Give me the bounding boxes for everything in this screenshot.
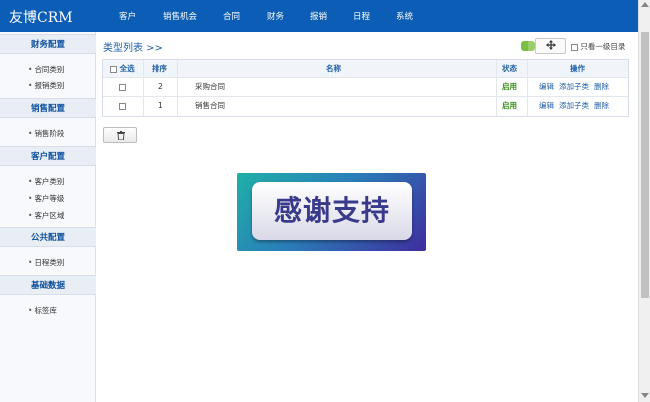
sidebar-section-finance[interactable]: 财务配置 — [0, 34, 96, 54]
sidebar-item-tag-library[interactable]: 标签库 — [28, 305, 57, 316]
top-navigation-bar: 友博CRM 客户 销售机会 合同 财务 报销 日程 系统 — [0, 0, 638, 32]
sidebar-section-basic-data[interactable]: 基础数据 — [0, 275, 96, 295]
sort-toggle-switch[interactable] — [521, 41, 535, 51]
only-root-label: 只看一级目录 — [580, 42, 626, 51]
scroll-down-arrow-icon[interactable] — [641, 393, 649, 398]
sidebar: 财务配置 合同类别 报销类别 销售配置 销售阶段 客户配置 客户类别 客户等级 … — [0, 32, 96, 402]
nav-schedule[interactable]: 日程 — [353, 10, 370, 22]
nav-contract[interactable]: 合同 — [223, 10, 240, 22]
nav-system[interactable]: 系统 — [396, 10, 413, 22]
sidebar-item-customer-region[interactable]: 客户区域 — [28, 210, 64, 221]
row-name: 采购合同 — [195, 82, 225, 91]
only-root-filter[interactable]: 只看一级目录 — [571, 41, 625, 52]
row-actions: 编辑 添加子类 删除 — [539, 97, 614, 116]
delete-link[interactable]: 删除 — [594, 82, 609, 91]
select-all-cell[interactable]: 全选 — [110, 60, 135, 77]
add-subtype-link[interactable]: 添加子类 — [559, 101, 589, 110]
nav-sales-opportunity[interactable]: 销售机会 — [163, 10, 197, 22]
header-status: 状态 — [502, 64, 517, 73]
sidebar-item-schedule-category[interactable]: 日程类别 — [28, 257, 64, 268]
move-arrows-icon — [545, 40, 556, 50]
sidebar-item-contract-category[interactable]: 合同类别 — [28, 64, 64, 75]
page-title: 类型列表 >> — [103, 43, 163, 54]
sidebar-item-sales-stage[interactable]: 销售阶段 — [28, 128, 64, 139]
delete-link[interactable]: 删除 — [594, 101, 609, 110]
row-name: 销售合同 — [195, 101, 225, 110]
type-list-table: 全选 排序 名称 状态 操作 2 采购合同 启用 编辑 添加子类 删除 1 销售合同… — [102, 59, 629, 117]
edit-link[interactable]: 编辑 — [539, 101, 554, 110]
sidebar-section-sales[interactable]: 销售配置 — [0, 98, 96, 118]
sidebar-section-common[interactable]: 公共配置 — [0, 227, 96, 247]
sidebar-item-reimbursement-category[interactable]: 报销类别 — [28, 80, 64, 91]
row-actions: 编辑 添加子类 删除 — [539, 78, 614, 96]
nav-finance[interactable]: 财务 — [267, 10, 284, 22]
sidebar-item-customer-level[interactable]: 客户等级 — [28, 193, 64, 204]
scroll-thumb[interactable] — [641, 32, 649, 298]
row-checkbox[interactable] — [119, 102, 126, 110]
trash-icon — [117, 131, 125, 140]
add-subtype-link[interactable]: 添加子类 — [559, 82, 589, 91]
nav-customer[interactable]: 客户 — [119, 10, 136, 22]
header-sort: 排序 — [152, 64, 167, 73]
sidebar-item-customer-category[interactable]: 客户类别 — [28, 176, 64, 187]
header-actions: 操作 — [570, 64, 585, 73]
only-root-checkbox[interactable] — [571, 43, 578, 51]
table-row: 2 采购合同 启用 编辑 添加子类 删除 — [103, 78, 628, 97]
select-all-label: 全选 — [119, 64, 135, 73]
sort-button[interactable] — [535, 38, 566, 54]
sidebar-section-customer[interactable]: 客户配置 — [0, 146, 96, 166]
row-sort: 2 — [158, 82, 163, 91]
thanks-banner-image: 感谢支持 — [237, 173, 426, 251]
edit-link[interactable]: 编辑 — [539, 82, 554, 91]
scroll-up-arrow-icon[interactable] — [641, 2, 649, 7]
banner-text: 感谢支持 — [252, 182, 412, 240]
table-header-row: 全选 排序 名称 状态 操作 — [103, 60, 628, 78]
row-checkbox[interactable] — [119, 83, 126, 91]
row-status[interactable]: 启用 — [502, 97, 517, 116]
nav-reimbursement[interactable]: 报销 — [310, 10, 327, 22]
select-all-checkbox[interactable] — [110, 65, 117, 73]
app-logo[interactable]: 友博CRM — [9, 7, 73, 27]
header-name: 名称 — [326, 64, 341, 73]
vertical-scrollbar[interactable] — [638, 0, 650, 402]
row-status[interactable]: 启用 — [502, 78, 517, 96]
batch-delete-button[interactable] — [103, 127, 137, 143]
row-sort: 1 — [158, 101, 163, 110]
table-row: 1 销售合同 启用 编辑 添加子类 删除 — [103, 97, 628, 116]
